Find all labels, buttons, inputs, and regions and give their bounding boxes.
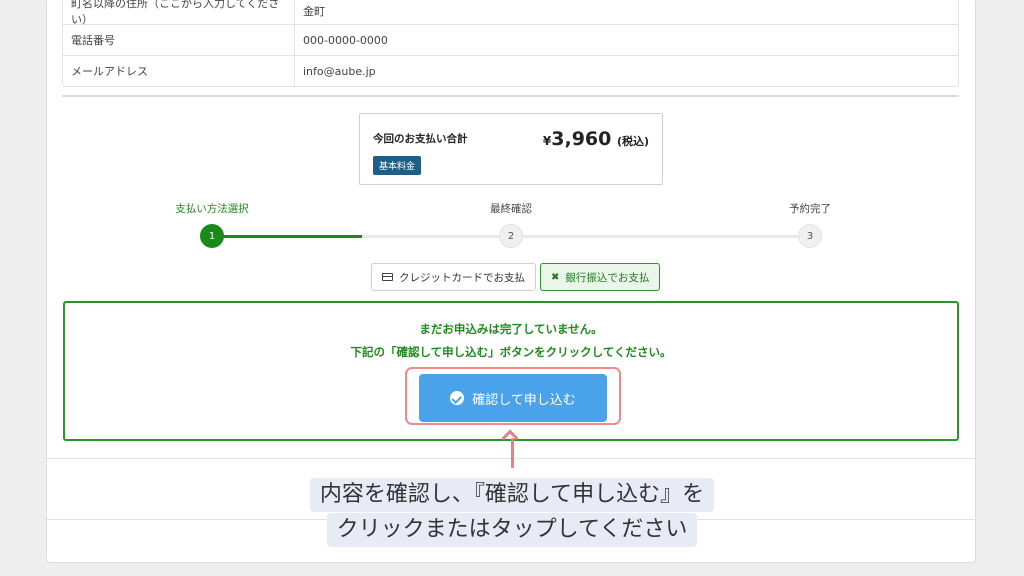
step-payment-method: 支払い方法選択 1 [160, 200, 264, 248]
address-value: 金町 [303, 5, 325, 18]
tab-label: 銀行振込でお支払 [565, 271, 650, 284]
progress-steps: 支払い方法選択 1 最終確認 2 予約完了 3 [160, 200, 860, 250]
instruction-callout-line-1: 内容を確認し、『確認して申し込む』を [0, 478, 1024, 512]
tab-credit-card[interactable]: クレジットカードでお支払 [371, 263, 536, 291]
step-label: 最終確認 [490, 203, 532, 215]
pending-notice: まだお申込みは完了していません。 下記の「確認して申し込む」ボタンをクリックして… [63, 301, 959, 441]
address-label: 町名以降の住所（ここから入力してください） [63, 0, 295, 26]
email-value: info@aube.jp [303, 64, 376, 78]
callout-text: 内容を確認し、『確認して申し込む』を [309, 478, 715, 512]
callout-text: クリックまたはタップしてください [326, 513, 698, 547]
currency-symbol: ¥ [542, 134, 552, 148]
basic-fee-badge: 基本料金 [373, 156, 422, 175]
tax-note: (税込) [616, 135, 649, 148]
customer-info-table: 町名以降の住所（ここから入力してください） 金町 電話番号 000-0000-0… [62, 0, 959, 87]
step-number: 2 [499, 224, 523, 248]
notice-line-2: 下記の「確認して申し込む」ボタンをクリックしてください。 [350, 345, 672, 359]
step-label: 予約完了 [789, 203, 831, 215]
table-row: メールアドレス info@aube.jp [63, 55, 958, 86]
section-divider [62, 95, 959, 97]
payment-summary: 今回のお支払い合計 ¥3,960 (税込) 基本料金 [359, 113, 663, 185]
close-icon: ✖ [551, 271, 560, 283]
highlight-frame: 確認して申し込む [405, 367, 621, 425]
step-final-confirm: 最終確認 2 [459, 200, 563, 248]
phone-label: 電話番号 [63, 25, 295, 55]
total-amount: 3,960 [551, 128, 612, 150]
confirm-button-label: 確認して申し込む [472, 392, 576, 408]
tab-bank-transfer[interactable]: ✖ 銀行振込でお支払 [540, 263, 661, 291]
table-row: 町名以降の住所（ここから入力してください） 金町 [63, 0, 958, 26]
notice-line-1: まだお申込みは完了していません。 [419, 322, 603, 336]
step-number: 1 [200, 224, 224, 248]
table-row: 電話番号 000-0000-0000 [63, 24, 958, 55]
summary-price: ¥3,960 (税込) [543, 128, 649, 150]
step-label: 支払い方法選択 [175, 203, 249, 215]
credit-card-icon [382, 273, 393, 281]
instruction-callout-line-2: クリックまたはタップしてください [0, 513, 1024, 547]
payment-method-tabs: クレジットカードでお支払 ✖ 銀行振込でお支払 [371, 263, 661, 291]
phone-value: 000-0000-0000 [303, 33, 388, 47]
step-number: 3 [798, 224, 822, 248]
step-complete: 予約完了 3 [758, 200, 862, 248]
check-circle-icon [450, 391, 465, 405]
email-label: メールアドレス [63, 56, 295, 86]
confirm-apply-button[interactable]: 確認して申し込む [419, 374, 607, 422]
arrow-shaft [511, 438, 514, 468]
summary-label: 今回のお支払い合計 [373, 133, 468, 145]
tab-label: クレジットカードでお支払 [399, 271, 525, 284]
